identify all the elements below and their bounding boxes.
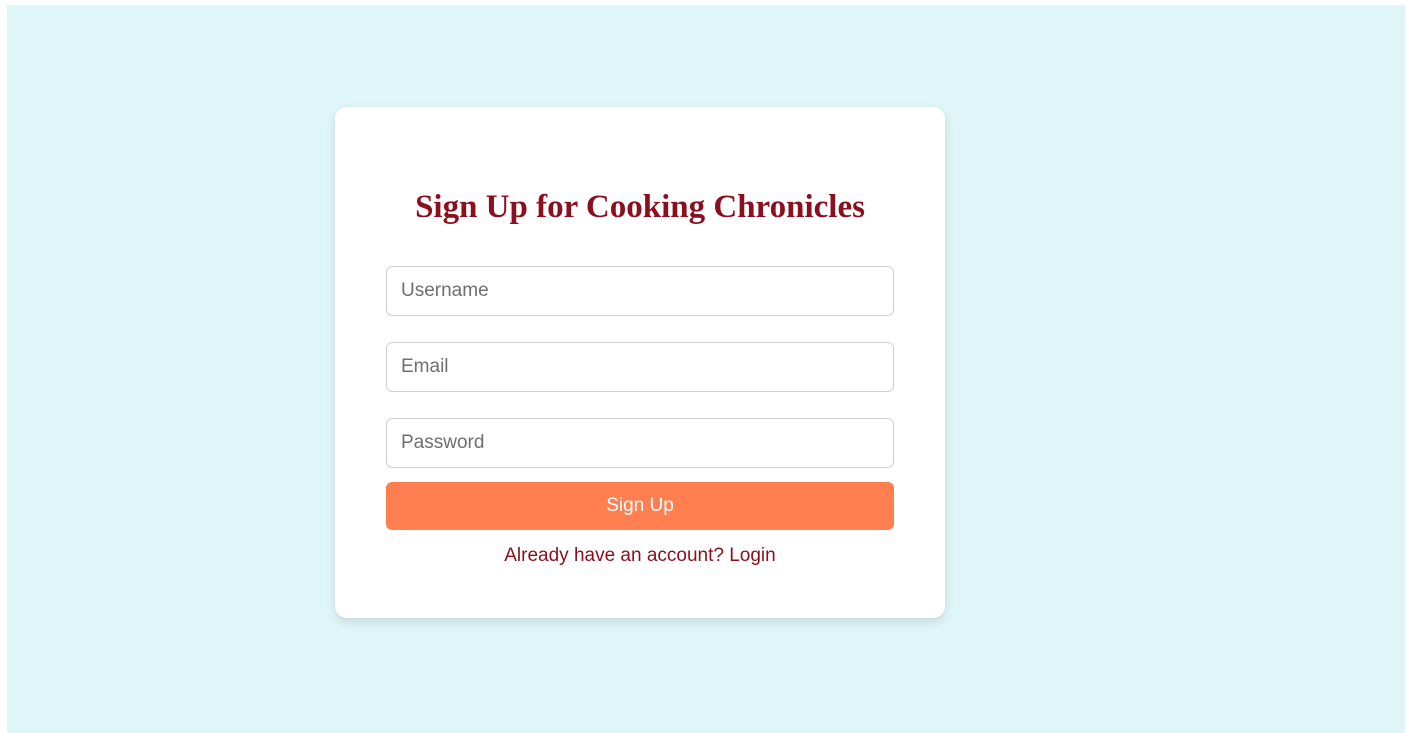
login-link[interactable]: Already have an account? Login: [335, 544, 945, 568]
page-background: Sign Up for Cooking Chronicles Sign Up A…: [7, 5, 1405, 733]
username-input[interactable]: [386, 266, 894, 316]
page-title: Sign Up for Cooking Chronicles: [415, 189, 865, 225]
password-input[interactable]: [386, 418, 894, 468]
email-input[interactable]: [386, 342, 894, 392]
signup-card: Sign Up for Cooking Chronicles Sign Up A…: [335, 107, 945, 618]
sign-up-button[interactable]: Sign Up: [386, 482, 894, 530]
